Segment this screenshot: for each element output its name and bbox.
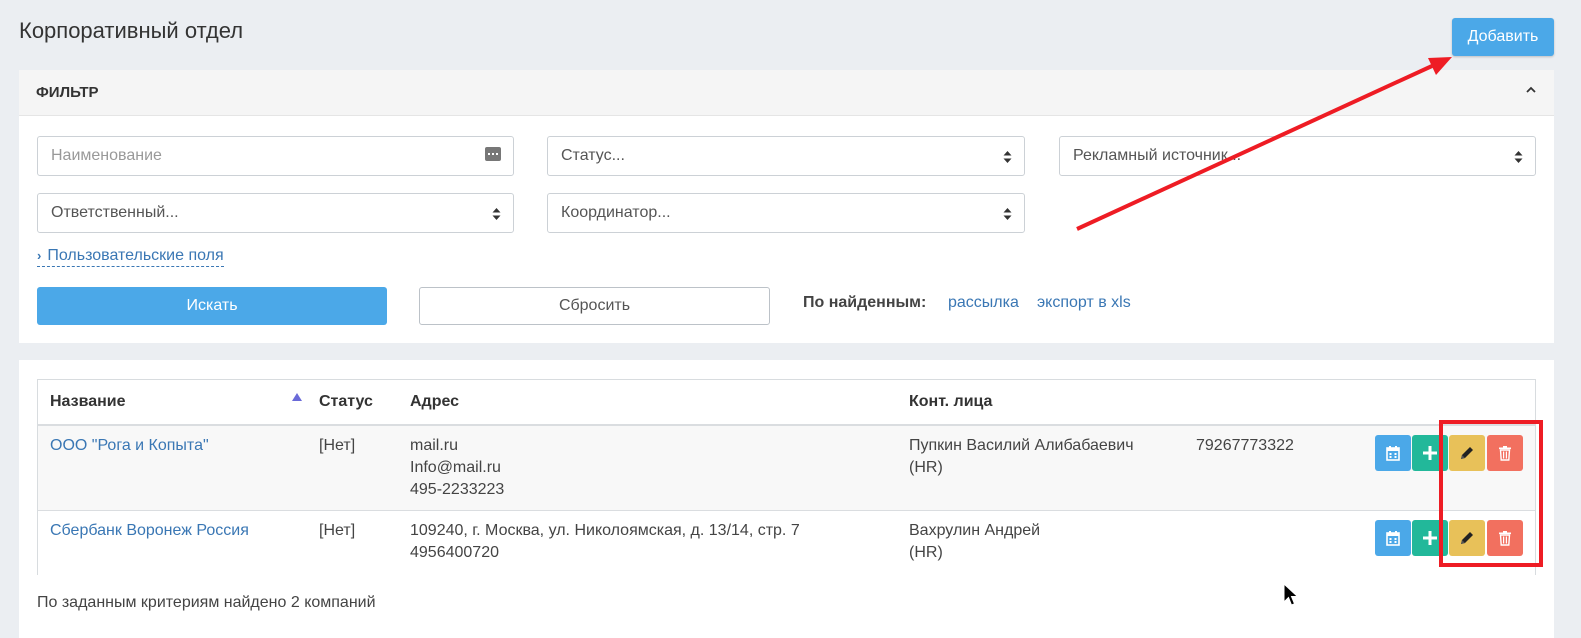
address-line: 4956400720 bbox=[410, 544, 499, 561]
search-button[interactable]: Искать bbox=[37, 287, 387, 325]
calendar-icon bbox=[1386, 446, 1400, 461]
chevron-right-icon: › bbox=[37, 248, 42, 263]
table-row: ООО "Рога и Копыта" [Нет] mail.ru Info@m… bbox=[38, 426, 1535, 511]
sort-icon bbox=[1003, 208, 1012, 220]
results-summary: По заданным критериям найдено 2 компаний bbox=[37, 594, 376, 611]
companies-table: Название Статус Адрес Конт. лица ООО "Ро… bbox=[37, 379, 1536, 575]
company-status: [Нет] bbox=[319, 437, 356, 454]
export-xls-link[interactable]: экспорт в xls bbox=[1037, 294, 1131, 312]
column-header-status[interactable]: Статус bbox=[319, 393, 373, 411]
found-label: По найденным: bbox=[803, 294, 927, 311]
sort-icon bbox=[1003, 151, 1012, 163]
custom-fields-toggle[interactable]: › Пользовательские поля bbox=[37, 247, 224, 267]
filter-title: ФИЛЬТР bbox=[36, 84, 99, 101]
annotation-highlight-box bbox=[1439, 420, 1543, 567]
status-select[interactable]: Статус... bbox=[547, 136, 1025, 176]
calendar-icon bbox=[1386, 531, 1400, 546]
custom-fields-label: Пользовательские поля bbox=[47, 247, 224, 264]
company-address: 109240, г. Москва, ул. Николоямская, д. … bbox=[410, 520, 800, 564]
responsible-select-value: Ответственный... bbox=[51, 204, 179, 221]
plus-icon bbox=[1423, 446, 1437, 460]
address-line: mail.ru bbox=[410, 437, 459, 454]
status-select-value: Статус... bbox=[561, 147, 625, 164]
address-line: 109240, г. Москва, ул. Николоямская, д. … bbox=[410, 522, 800, 539]
sort-icon bbox=[492, 208, 501, 220]
contact-name: Вахрулин Андрей bbox=[909, 522, 1041, 539]
calendar-button[interactable] bbox=[1375, 435, 1411, 471]
company-contact: Вахрулин Андрей (HR) bbox=[909, 520, 1040, 564]
mailing-link[interactable]: рассылка bbox=[948, 294, 1019, 312]
chevron-up-icon[interactable] bbox=[1526, 85, 1536, 95]
contact-role: (HR) bbox=[909, 544, 943, 561]
company-status: [Нет] bbox=[319, 522, 356, 539]
contact-phone: 79267773322 bbox=[1196, 437, 1294, 454]
column-header-address[interactable]: Адрес bbox=[410, 393, 459, 411]
address-line: Info@mail.ru bbox=[410, 459, 501, 476]
address-line: 495-2233223 bbox=[410, 481, 505, 498]
company-contact: Пупкин Василий Алибабаевич (HR) bbox=[909, 435, 1134, 479]
column-header-contacts[interactable]: Конт. лица bbox=[909, 393, 992, 411]
responsible-select[interactable]: Ответственный... bbox=[37, 193, 514, 233]
add-button[interactable]: Добавить bbox=[1452, 18, 1554, 56]
sort-asc-icon[interactable] bbox=[292, 393, 302, 401]
name-placeholder: Наименование bbox=[51, 147, 162, 164]
coordinator-select-value: Координатор... bbox=[561, 204, 671, 221]
company-name-link[interactable]: ООО "Рога и Копыта" bbox=[50, 435, 209, 457]
source-select[interactable]: Рекламный источник... bbox=[1059, 136, 1536, 176]
company-address: mail.ru Info@mail.ru 495-2233223 bbox=[410, 435, 504, 501]
source-select-value: Рекламный источник... bbox=[1073, 147, 1242, 164]
sort-icon bbox=[1514, 151, 1523, 163]
mouse-cursor-icon bbox=[1283, 583, 1299, 606]
company-name-link[interactable]: Сбербанк Воронеж Россия bbox=[50, 520, 249, 542]
name-input[interactable]: Наименование bbox=[37, 136, 514, 176]
table-row: Сбербанк Воронеж Россия [Нет] 109240, г.… bbox=[38, 511, 1535, 575]
plus-icon bbox=[1423, 531, 1437, 545]
keyboard-icon bbox=[485, 147, 501, 161]
reset-button[interactable]: Сбросить bbox=[419, 287, 770, 325]
contact-name: Пупкин Василий Алибабаевич bbox=[909, 437, 1134, 454]
column-header-name[interactable]: Название bbox=[50, 393, 126, 411]
contact-role: (HR) bbox=[909, 459, 943, 476]
calendar-button[interactable] bbox=[1375, 520, 1411, 556]
filter-header[interactable]: ФИЛЬТР bbox=[19, 70, 1554, 116]
coordinator-select[interactable]: Координатор... bbox=[547, 193, 1025, 233]
page-title: Корпоративный отдел bbox=[19, 18, 244, 43]
